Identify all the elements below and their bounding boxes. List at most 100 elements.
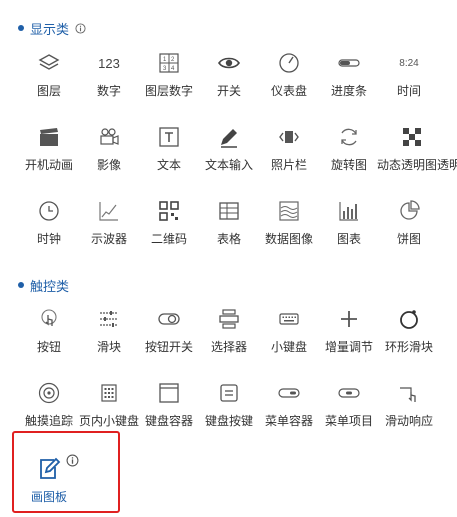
pie-chart-icon — [396, 198, 422, 224]
item-table[interactable]: 表格 — [197, 194, 261, 254]
item-label: 示波器 — [90, 232, 127, 246]
item-toggle-button[interactable]: 按钮开关 — [137, 302, 201, 362]
clock-icon — [36, 198, 62, 224]
item-label: 按钮 — [36, 340, 61, 354]
rotate-icon — [336, 124, 362, 150]
item-time[interactable]: 8:24 时间 — [377, 46, 441, 106]
video-camera-icon — [96, 124, 122, 150]
pencil-icon — [216, 124, 242, 150]
item-label: 菜单项目 — [324, 414, 373, 428]
item-label: 图层 — [36, 84, 61, 98]
selector-icon — [216, 306, 242, 332]
item-number[interactable]: 123 数字 — [77, 46, 141, 106]
layer-number-icon: 1234 — [156, 50, 182, 76]
item-inpage-keypad[interactable]: 页内小键盘 — [77, 376, 141, 436]
section-title-display-text: 显示类 — [30, 21, 70, 37]
gauge-icon — [276, 50, 302, 76]
time-icon: 8:24 — [399, 57, 419, 69]
item-slider[interactable]: 滑块 — [77, 302, 141, 362]
clapperboard-icon — [36, 124, 62, 150]
item-label: 环形滑块 — [384, 340, 433, 354]
item-touch-button[interactable]: 按钮 — [17, 302, 81, 362]
number-icon: 123 — [98, 55, 120, 71]
touch-button-icon — [36, 306, 62, 332]
svg-text:4: 4 — [171, 66, 175, 72]
ring-slider-icon — [396, 306, 422, 332]
section-title-touch: 触控类 — [18, 277, 70, 294]
item-label: 数据图像 — [264, 232, 313, 246]
item-label: 开关 — [216, 84, 241, 98]
item-label: 开机动画 — [24, 158, 73, 172]
item-keyboard-container[interactable]: 键盘容器 — [137, 376, 201, 436]
item-bar-chart[interactable]: 图表 — [317, 194, 381, 254]
item-text-input[interactable]: 文本输入 — [197, 120, 261, 180]
photo-bar-icon — [276, 124, 302, 150]
item-touch-track[interactable]: 触摸追踪 — [17, 376, 81, 436]
touch-track-icon — [36, 380, 62, 406]
item-boot-animation[interactable]: 开机动画 — [17, 120, 81, 180]
item-pull[interactable]: 拉 — [437, 302, 457, 362]
item-rotate[interactable]: 旋转图 — [317, 120, 381, 180]
item-keypad[interactable]: 小键盘 — [257, 302, 321, 362]
item-label: 影像 — [96, 158, 121, 172]
item-menu-container[interactable]: 菜单容器 — [257, 376, 321, 436]
progress-bar-icon — [336, 50, 362, 76]
item-increment[interactable]: 增量调节 — [317, 302, 381, 362]
item-switch[interactable]: 开关 — [197, 46, 261, 106]
slider-icon — [96, 306, 122, 332]
table-icon — [216, 198, 242, 224]
svg-text:1: 1 — [163, 57, 167, 63]
item-label: 滑块 — [96, 340, 121, 354]
item-gauge[interactable]: 仪表盘 — [257, 46, 321, 106]
section-title-touch-text: 触控类 — [30, 278, 70, 294]
bar-chart-icon — [336, 198, 362, 224]
item-label: 页内小键盘 — [78, 414, 139, 428]
item-oscilloscope[interactable]: 示波器 — [77, 194, 141, 254]
item-swipe[interactable]: 滑动响应 — [377, 376, 441, 436]
keyboard-key-icon — [216, 380, 242, 406]
item-label: 表格 — [216, 232, 241, 246]
item-label: 仪表盘 — [270, 84, 307, 98]
item-label: 选择器 — [210, 340, 247, 354]
eye-icon — [216, 50, 242, 76]
item-clock[interactable]: 时钟 — [17, 194, 81, 254]
qrcode-icon — [156, 198, 182, 224]
section-title-display: 显示类 — [18, 20, 86, 37]
info-icon[interactable] — [66, 454, 79, 467]
inpage-keypad-icon — [96, 380, 122, 406]
item-photo-bar[interactable]: 照片栏 — [257, 120, 321, 180]
item-dynamic-transparent[interactable]: 动态透明图透明 — [377, 120, 457, 180]
checker-icon — [399, 124, 425, 150]
item-label: 旋转图 — [330, 158, 367, 172]
svg-text:2: 2 — [171, 57, 175, 63]
item-text[interactable]: 文本 — [137, 120, 201, 180]
info-icon[interactable] — [75, 22, 86, 34]
item-label: 画图板 — [30, 490, 67, 504]
data-image-icon — [276, 198, 302, 224]
item-menu-item[interactable]: 菜单项目 — [317, 376, 381, 436]
item-layers[interactable]: 图层 — [17, 46, 81, 106]
item-qrcode[interactable]: 二维码 — [137, 194, 201, 254]
item-label: 小键盘 — [270, 340, 307, 354]
item-video[interactable]: 影像 — [77, 120, 141, 180]
swipe-icon — [396, 380, 422, 406]
item-data-image[interactable]: 数据图像 — [257, 194, 321, 254]
item-label: 数字 — [96, 84, 121, 98]
oscilloscope-icon — [96, 198, 122, 224]
item-label: 按钮开关 — [144, 340, 193, 354]
item-progress[interactable]: 进度条 — [317, 46, 381, 106]
item-keyboard-key[interactable]: 键盘按键 — [197, 376, 261, 436]
item-pie-chart[interactable]: 饼图 — [377, 194, 441, 254]
item-label: 进度条 — [330, 84, 367, 98]
text-icon — [156, 124, 182, 150]
item-label: 文本输入 — [204, 158, 253, 172]
item-label: 饼图 — [396, 232, 421, 246]
item-label: 图表 — [336, 232, 361, 246]
item-label: 二维码 — [150, 232, 187, 246]
item-selector[interactable]: 选择器 — [197, 302, 261, 362]
item-layer-number[interactable]: 1234 图层数字 — [137, 46, 201, 106]
item-ring-slider[interactable]: 环形滑块 — [377, 302, 441, 362]
drawing-board-icon — [36, 456, 62, 482]
menu-container-icon — [276, 380, 302, 406]
item-picture[interactable]: 图 — [437, 46, 457, 106]
